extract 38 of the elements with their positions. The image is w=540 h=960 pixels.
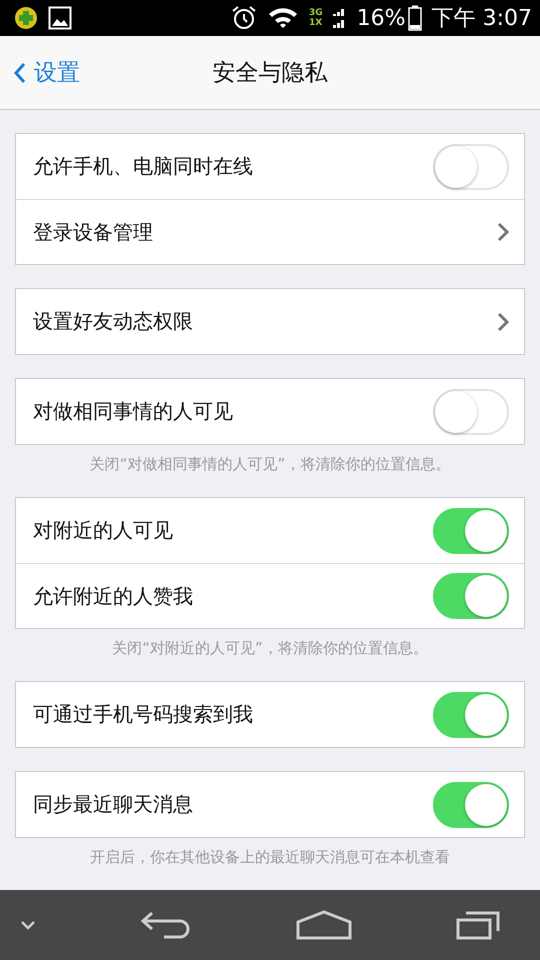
setting-label: 可通过手机号码搜索到我 bbox=[33, 701, 254, 728]
back-nav-icon[interactable] bbox=[140, 910, 192, 940]
toggle-switch[interactable] bbox=[433, 782, 509, 828]
wifi-icon bbox=[267, 6, 300, 30]
setting-label: 允许手机、电脑同时在线 bbox=[33, 153, 254, 180]
toggle-switch[interactable] bbox=[433, 692, 509, 738]
toggle-switch[interactable] bbox=[433, 508, 509, 554]
recent-apps-icon[interactable] bbox=[456, 910, 500, 940]
toggle-switch[interactable] bbox=[433, 573, 509, 619]
battery-percent: 16% bbox=[356, 6, 406, 30]
chevron-right-icon bbox=[497, 222, 509, 242]
network-label: 1X bbox=[309, 18, 323, 28]
setting-label: 对附近的人可见 bbox=[33, 517, 174, 544]
app-icon bbox=[14, 6, 38, 30]
setting-label: 同步最近聊天消息 bbox=[33, 791, 194, 818]
settings-row[interactable]: 登录设备管理 bbox=[16, 199, 524, 264]
home-icon[interactable] bbox=[296, 910, 352, 940]
network-label: 3G bbox=[309, 8, 323, 18]
settings-row[interactable]: 设置好友动态权限 bbox=[16, 289, 524, 354]
chevron-down-icon[interactable] bbox=[20, 920, 36, 930]
setting-label: 设置好友动态权限 bbox=[33, 308, 194, 335]
setting-label: 登录设备管理 bbox=[33, 218, 154, 246]
chevron-right-icon bbox=[497, 312, 509, 332]
page-title: 安全与隐私 bbox=[212, 59, 328, 88]
toggle-switch[interactable] bbox=[433, 144, 509, 190]
image-icon bbox=[48, 6, 72, 30]
battery-icon bbox=[408, 5, 422, 31]
signal-icon bbox=[332, 6, 347, 30]
footnote: 关闭“对附近的人可见”，将清除你的位置信息。 bbox=[111, 638, 429, 658]
clock: 下午 3:07 bbox=[432, 5, 532, 33]
setting-label: 允许附近的人赞我 bbox=[33, 582, 194, 610]
footnote: 开启后，你在其他设备上的最近聊天消息可在本机查看 bbox=[89, 847, 451, 867]
alarm-icon bbox=[231, 5, 258, 31]
toggle-switch[interactable] bbox=[433, 388, 509, 434]
setting-label: 对做相同事情的人可见 bbox=[33, 398, 234, 425]
back-button[interactable]: 设置 bbox=[0, 56, 86, 89]
footnote: 关闭“对做相同事情的人可见”，将清除你的位置信息。 bbox=[88, 454, 452, 474]
chevron-left-icon bbox=[14, 62, 26, 84]
